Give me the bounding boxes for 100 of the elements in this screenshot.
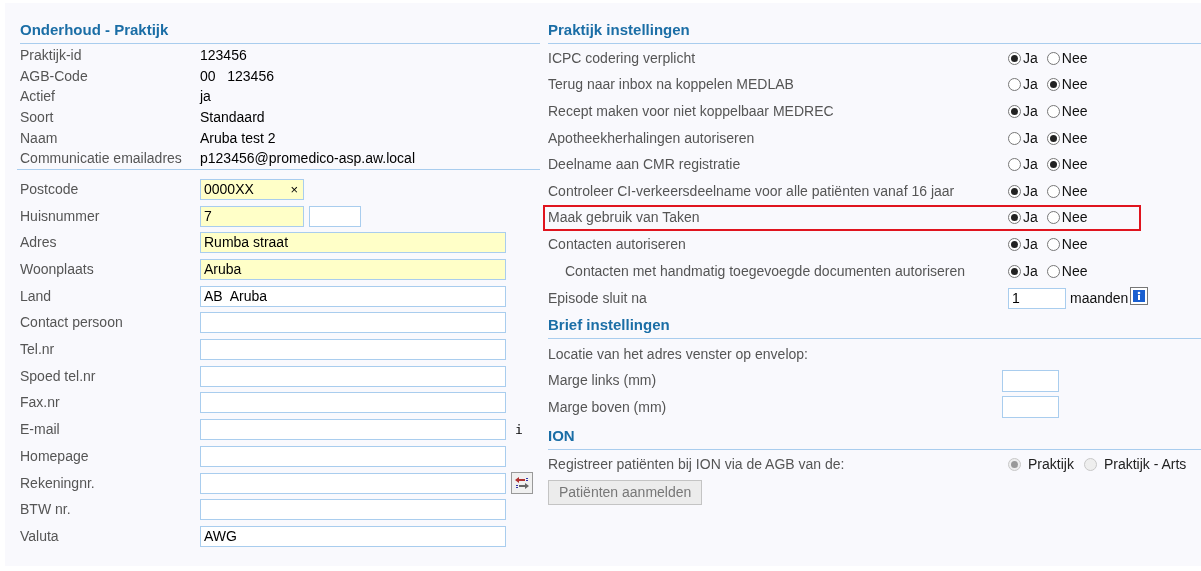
radio-label: Praktijk - Arts xyxy=(1103,455,1187,475)
radio-button[interactable] xyxy=(1046,158,1060,172)
setting-label: Recept maken voor niet koppelbaar MEDREC xyxy=(548,102,835,121)
input-field[interactable] xyxy=(200,392,506,414)
unit-label: maanden xyxy=(1070,289,1129,309)
radio-button[interactable] xyxy=(1008,211,1021,225)
info-hint[interactable]: i xyxy=(515,419,523,440)
radio-label: Ja xyxy=(1023,261,1038,281)
setting-label: Terug naar inbox na koppelen MEDLAB xyxy=(548,75,795,95)
info-value: Aruba test 2 xyxy=(200,128,276,148)
radio-button[interactable] xyxy=(1008,105,1021,118)
info-value: 00 123456 xyxy=(200,66,274,86)
radio-label: Ja xyxy=(1023,75,1038,95)
radio-label: Nee xyxy=(1061,128,1088,148)
input-field[interactable] xyxy=(200,499,506,521)
radio-button[interactable] xyxy=(1008,264,1021,278)
input-field[interactable]: AB Aruba xyxy=(200,285,506,307)
radio-label: Praktijk xyxy=(1028,455,1074,475)
radio-button[interactable] xyxy=(1046,51,1060,65)
radio-label: Nee xyxy=(1061,234,1088,254)
margin-field[interactable] xyxy=(1002,369,1059,392)
radio-label: Nee xyxy=(1061,181,1088,201)
input-field[interactable]: AWG xyxy=(200,525,506,547)
episode-field[interactable]: 1 xyxy=(1008,288,1066,310)
radio-button[interactable] xyxy=(1008,184,1021,198)
radio-button[interactable] xyxy=(1046,237,1060,251)
section-heading: Onderhoud - Praktijk xyxy=(20,20,169,40)
radio-label: Nee xyxy=(1061,102,1088,121)
field-label: Valuta xyxy=(20,526,60,546)
radio-button[interactable] xyxy=(1008,78,1021,92)
radio-label: Ja xyxy=(1023,181,1038,201)
info-label: Praktijk-id xyxy=(20,45,83,65)
setting-label: Contacten autoriseren xyxy=(548,234,687,254)
info-value: ja xyxy=(200,87,211,107)
swap-icon[interactable] xyxy=(511,472,533,495)
info-label: Actief xyxy=(20,87,56,107)
setting-label: Maak gebruik van Taken xyxy=(548,208,701,228)
radio-label: Ja xyxy=(1023,102,1038,121)
radio-button[interactable] xyxy=(1046,131,1060,145)
section-heading: Praktijk instellingen xyxy=(548,20,690,40)
input-field[interactable] xyxy=(200,472,506,494)
radio-button[interactable] xyxy=(1046,264,1060,278)
input-field[interactable]: 7 xyxy=(200,205,304,227)
radio-label: Nee xyxy=(1061,261,1088,281)
field-label: Fax.nr xyxy=(20,393,61,413)
clear-button[interactable]: × xyxy=(290,179,298,200)
info-label: Soort xyxy=(20,107,55,127)
setting-label: Episode sluit na xyxy=(548,289,648,309)
setting-label: Registreer patiënten bij ION via de AGB van de: xyxy=(548,455,846,475)
input-field[interactable]: Rumba straat xyxy=(200,232,506,254)
field-label: Contact persoon xyxy=(20,313,124,333)
input-field[interactable] xyxy=(200,419,506,441)
radio-label: Nee xyxy=(1061,75,1088,95)
radio-label: Ja xyxy=(1023,128,1038,148)
setting-label: ICPC codering verplicht xyxy=(548,48,697,68)
info-icon[interactable] xyxy=(1130,286,1149,305)
info-label: AGB-Code xyxy=(20,66,89,86)
info-value: Standaard xyxy=(200,107,265,127)
radio-button[interactable] xyxy=(1008,131,1021,145)
radio-button[interactable] xyxy=(1008,51,1021,65)
input-field[interactable] xyxy=(200,339,506,361)
input-field[interactable] xyxy=(200,312,506,334)
radio-label: Ja xyxy=(1023,208,1038,228)
radio-label: Nee xyxy=(1061,208,1088,228)
setting-label: Marge boven (mm) xyxy=(548,397,668,417)
radio-label: Ja xyxy=(1023,234,1038,254)
field-label: Land xyxy=(20,286,53,306)
field-label: E-mail xyxy=(20,420,61,440)
radio-button[interactable] xyxy=(1046,184,1060,198)
radio-label: Nee xyxy=(1061,48,1088,68)
radio-button[interactable] xyxy=(1008,237,1021,251)
radio-label: Ja xyxy=(1023,155,1038,175)
field-label: Homepage xyxy=(20,446,90,466)
radio-label: Ja xyxy=(1023,48,1038,68)
setting-label: Apotheekherhalingen autoriseren xyxy=(548,128,756,148)
info-value: 123456 xyxy=(200,45,247,65)
field-label: Postcode xyxy=(20,179,80,199)
field-label: Adres xyxy=(20,233,58,253)
info-label: Communicatie emailadres xyxy=(20,149,183,169)
field-label: BTW nr. xyxy=(20,500,72,520)
radio-label: Nee xyxy=(1061,155,1088,175)
setting-label: Deelname aan CMR registratie xyxy=(548,155,742,175)
input-field[interactable] xyxy=(200,445,506,467)
radio-button[interactable] xyxy=(1008,158,1021,172)
field-label: Rekeningnr. xyxy=(20,473,96,493)
radio-button[interactable] xyxy=(1046,105,1060,118)
radio-button[interactable] xyxy=(1046,78,1060,92)
field-label: Huisnummer xyxy=(20,206,101,226)
postcode-field[interactable]: 0000XX × xyxy=(200,178,304,200)
input-field[interactable] xyxy=(200,365,506,387)
setting-label: Marge links (mm) xyxy=(548,371,658,391)
addition-field[interactable] xyxy=(309,205,361,227)
radio-button[interactable] xyxy=(1046,211,1060,225)
field-label: Woonplaats xyxy=(20,260,95,280)
field-label: Spoed tel.nr xyxy=(20,366,97,386)
section-heading: ION xyxy=(548,425,575,446)
field-label: Tel.nr xyxy=(20,340,56,360)
setting-label: Controleer CI-verkeersdeelname voor alle patiënten vanaf 16 jaar xyxy=(548,181,956,201)
input-field[interactable]: Aruba xyxy=(200,259,506,281)
margin-field[interactable] xyxy=(1002,396,1059,419)
